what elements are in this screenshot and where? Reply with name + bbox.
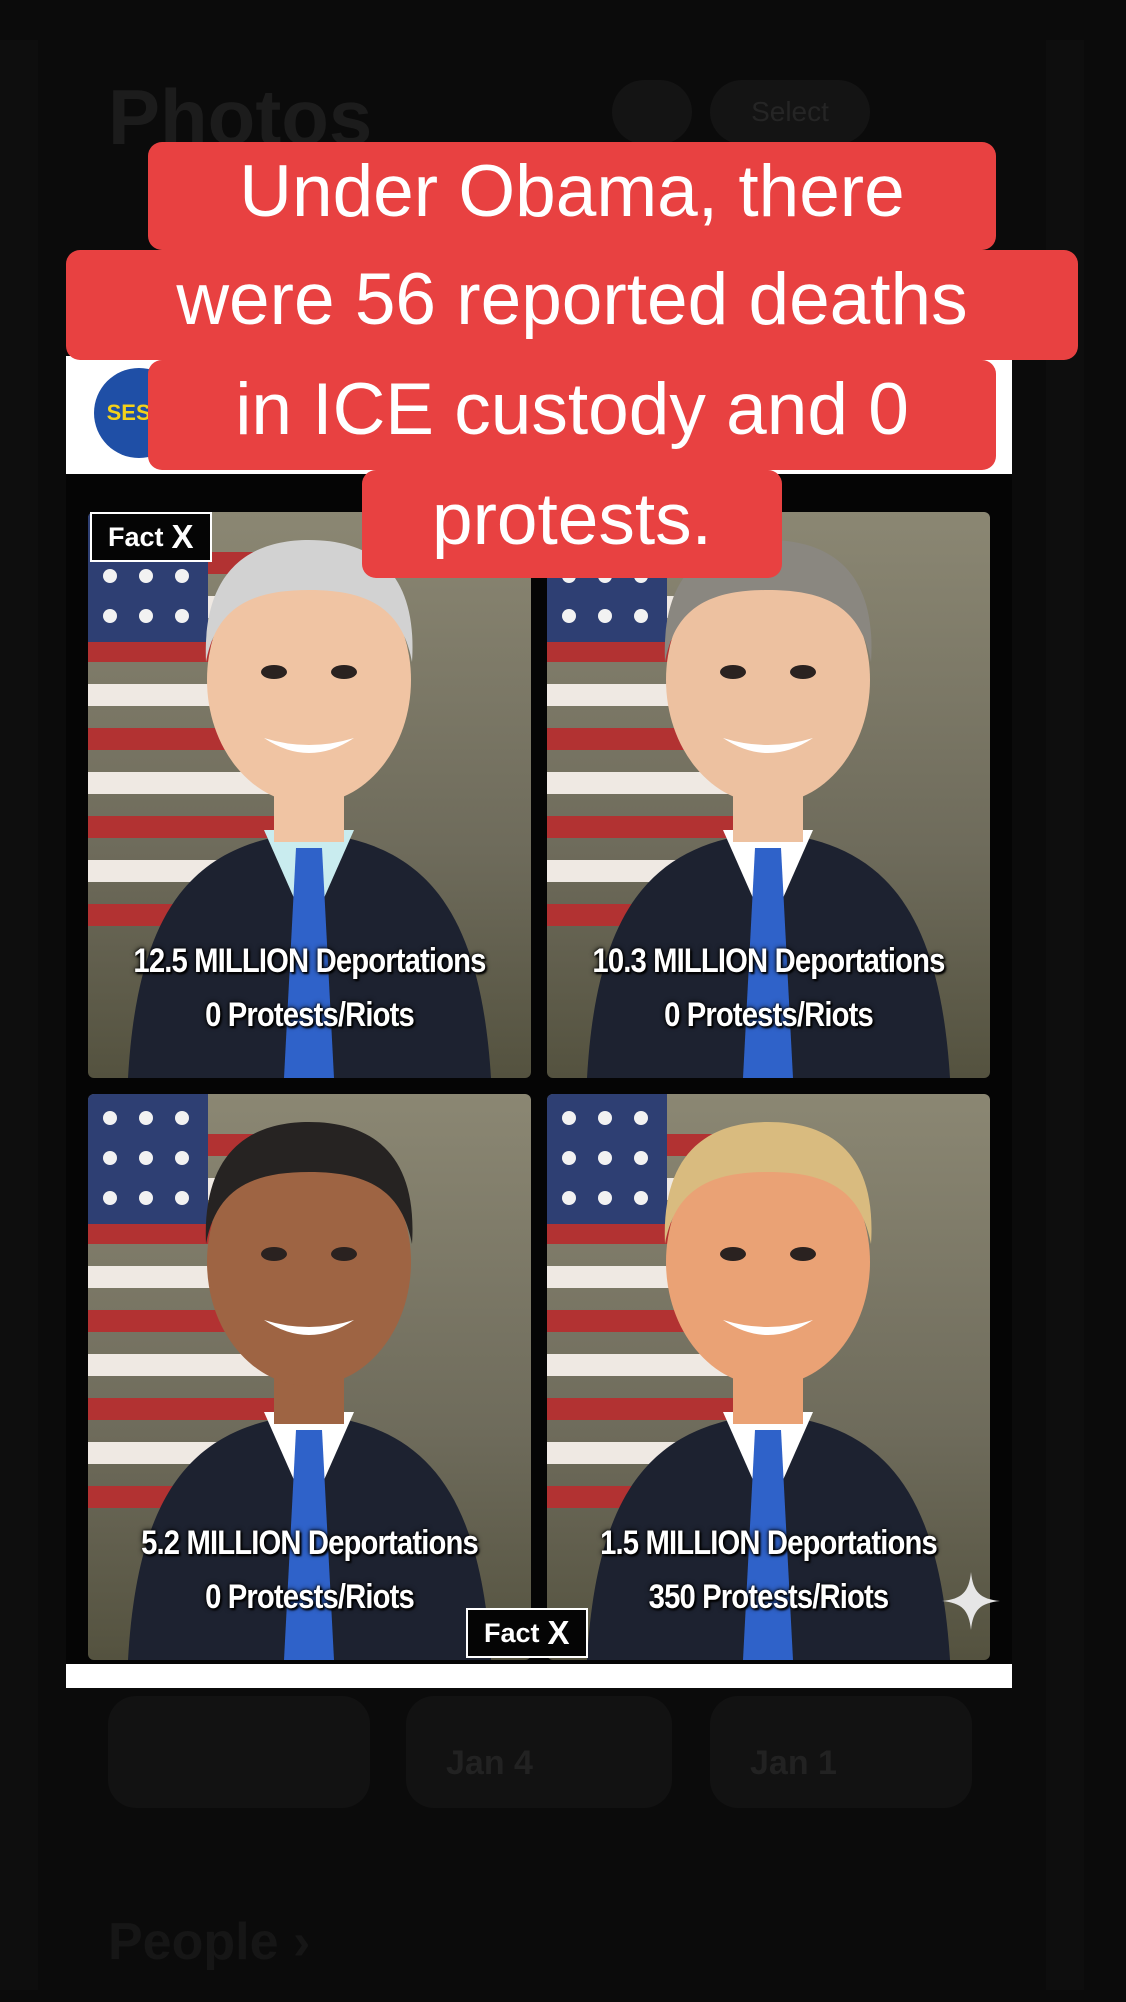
overlay-caption-line: in ICE custody and 0 bbox=[148, 360, 996, 470]
background-select-button[interactable]: Select bbox=[710, 80, 870, 144]
panel-caption: 5.2 MILLION Deportations 0 Protests/Riot… bbox=[119, 1516, 500, 1624]
x-logo-icon: X bbox=[547, 1614, 570, 1651]
overlay-caption: Under Obama, there were 56 reported deat… bbox=[66, 142, 1078, 578]
president-panel: 1.5 MILLION Deportations 350 Protests/Ri… bbox=[547, 1094, 990, 1660]
background-section-label: People › bbox=[108, 1913, 311, 1971]
fact-x-badge: Fact X bbox=[466, 1608, 588, 1658]
president-panel: 5.2 MILLION Deportations 0 Protests/Riot… bbox=[88, 1094, 531, 1660]
background-thumbnail[interactable]: Jan 4 bbox=[406, 1696, 672, 1808]
sparkle-icon bbox=[942, 1572, 1000, 1630]
panel-caption: 12.5 MILLION Deportations 0 Protests/Rio… bbox=[119, 934, 500, 1042]
protests-text: 0 Protests/Riots bbox=[205, 1578, 415, 1616]
deportations-text: 5.2 MILLION Deportations bbox=[141, 1524, 479, 1562]
protests-text: 350 Protests/Riots bbox=[648, 1578, 890, 1616]
overlay-caption-line: were 56 reported deaths bbox=[66, 250, 1078, 360]
deportations-text: 12.5 MILLION Deportations bbox=[133, 942, 486, 980]
background-thumbnail-label: Jan 1 bbox=[750, 1744, 837, 1782]
president-panel: 12.5 MILLION Deportations 0 Protests/Rio… bbox=[88, 512, 531, 1078]
panel-caption: 10.3 MILLION Deportations 0 Protests/Rio… bbox=[578, 934, 959, 1042]
background-thumbnail[interactable] bbox=[108, 1696, 370, 1808]
background-thumbnail[interactable]: Jan 1 bbox=[710, 1696, 972, 1808]
protests-text: 0 Protests/Riots bbox=[205, 996, 415, 1034]
panel-caption: 1.5 MILLION Deportations 350 Protests/Ri… bbox=[578, 1516, 959, 1624]
deportations-text: 1.5 MILLION Deportations bbox=[600, 1524, 938, 1562]
president-grid: 12.5 MILLION Deportations 0 Protests/Rio… bbox=[88, 512, 990, 1660]
fact-badge-label: Fact bbox=[484, 1617, 540, 1648]
deportations-text: 10.3 MILLION Deportations bbox=[592, 942, 945, 980]
president-panel: 10.3 MILLION Deportations 0 Protests/Rio… bbox=[547, 512, 990, 1078]
overlay-caption-line: Under Obama, there bbox=[148, 142, 996, 250]
background-left-rail bbox=[0, 40, 38, 1990]
protests-text: 0 Protests/Riots bbox=[664, 996, 874, 1034]
background-thumbnail-label: Jan 4 bbox=[446, 1744, 533, 1782]
overlay-caption-line: protests. bbox=[362, 470, 782, 578]
background-search-button[interactable] bbox=[612, 80, 692, 144]
